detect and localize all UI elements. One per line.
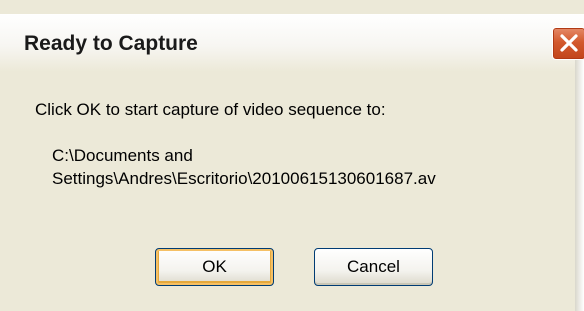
dialog-title: Ready to Capture (24, 32, 198, 55)
ok-button[interactable]: OK (155, 248, 274, 286)
capture-dialog: Ready to Capture Click OK to start captu… (0, 0, 584, 311)
window-edge-shadow (575, 60, 584, 311)
instruction-text: Click OK to start capture of video seque… (35, 100, 386, 119)
file-path-line-2: Settings\Andres\Escritorio\2010061513060… (52, 169, 436, 188)
cancel-button[interactable]: Cancel (314, 248, 433, 286)
close-button[interactable] (552, 27, 584, 60)
title-bar: Ready to Capture (0, 14, 584, 73)
dialog-content: Click OK to start capture of video seque… (0, 72, 584, 311)
close-icon (560, 34, 578, 52)
file-path-line-1: C:\Documents and (52, 146, 193, 165)
